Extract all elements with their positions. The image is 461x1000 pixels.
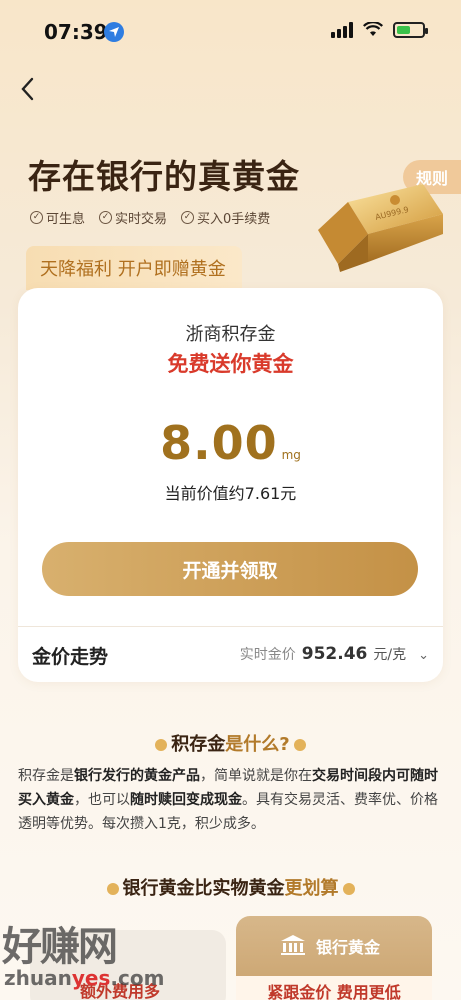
status-bar: 07:39 xyxy=(0,0,461,60)
page-title: 存在银行的真黄金 xyxy=(28,157,300,196)
feature-list: ✓ 可生息 ✓ 实时交易 ✓ 买入0手续费 xyxy=(30,208,270,227)
product-name: 浙商积存金 xyxy=(185,324,276,345)
gift-amount-value: 8.00 xyxy=(160,416,278,470)
check-circle-icon: ✓ xyxy=(181,211,195,224)
feature-item: ✓ 买入0手续费 xyxy=(181,208,270,227)
chevron-left-icon xyxy=(21,77,34,101)
bank-gold-title: 银行黄金 xyxy=(316,938,381,957)
coin-icon xyxy=(106,883,119,895)
gift-worth: 当前价值约7.61元 xyxy=(164,484,297,503)
coin-icon xyxy=(342,883,355,895)
promo-banner: 天降福利 开户即赠黄金 xyxy=(26,246,242,290)
chevron-down-icon: ⌄ xyxy=(418,648,429,663)
battery-icon xyxy=(393,22,428,38)
gift-card: 浙商积存金 免费送你黄金 8.00 mg 当前价值约7.61元 开通并领取 金价走… xyxy=(18,288,443,682)
divider xyxy=(18,626,443,627)
gift-headline: 免费送你黄金 xyxy=(167,352,294,376)
what-is-description: 积存金是银行发行的黄金产品，简单说就是你在交易时间段内可随时买入黄金，也可以随时… xyxy=(18,768,438,832)
bank-gold-card: 银行黄金 紧跟金价 费用更低 xyxy=(236,916,432,1000)
gift-amount-unit: mg xyxy=(281,448,301,462)
open-and-claim-button[interactable]: 开通并领取 xyxy=(42,542,418,596)
check-circle-icon: ✓ xyxy=(30,211,43,224)
wifi-icon xyxy=(363,22,383,36)
price-value: 952.46 xyxy=(301,644,368,664)
check-circle-icon: ✓ xyxy=(99,211,113,224)
gold-bar-image: AU999.9 xyxy=(318,184,443,272)
price-unit: 元/克 xyxy=(373,647,407,663)
back-button[interactable] xyxy=(14,74,44,104)
status-time: 07:39 xyxy=(44,20,108,44)
location-icon xyxy=(104,22,124,42)
section-title-compare: 银行黄金比实物黄金更划算 xyxy=(0,874,461,900)
price-label: 实时金价 xyxy=(239,647,296,663)
watermark-brand: 好赚网 xyxy=(2,924,118,970)
watermark-url: zhuanyes.com xyxy=(4,966,165,990)
gold-trend-label: 金价走势 xyxy=(32,646,109,668)
section-title-what-is: 积存金是什么? xyxy=(0,730,461,756)
feature-item: ✓ 可生息 xyxy=(30,208,85,227)
gold-price-toggle[interactable]: 实时金价 952.46 元/克 ⌄ xyxy=(240,644,429,664)
gift-amount: 8.00 mg xyxy=(18,416,443,470)
bank-icon xyxy=(281,935,305,955)
coin-icon xyxy=(293,739,306,751)
cellular-signal-icon xyxy=(331,22,353,38)
bank-gold-benefit: 紧跟金价 费用更低 xyxy=(236,976,432,1000)
feature-item: ✓ 实时交易 xyxy=(99,208,167,227)
coin-icon xyxy=(155,739,168,751)
